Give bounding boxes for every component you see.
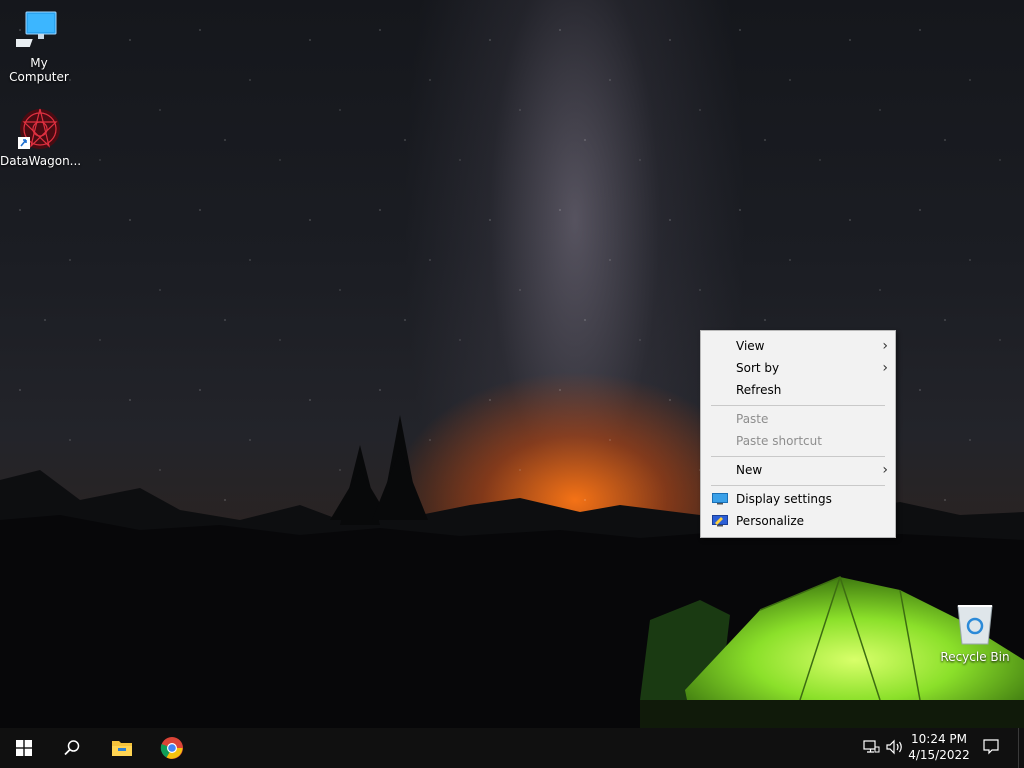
- file-explorer-icon: [112, 741, 132, 756]
- desktop-wallpaper[interactable]: My Computer DataWagon... Recycle Bin Vie…: [0, 0, 1024, 728]
- menu-item-view[interactable]: View ›: [702, 335, 894, 357]
- show-desktop-button[interactable]: [1018, 728, 1024, 768]
- datawagon-icon: [16, 106, 62, 152]
- network-icon: [863, 740, 880, 753]
- menu-item-label: Refresh: [736, 383, 782, 397]
- recycle-bin-icon: [952, 602, 998, 648]
- search-icon: [64, 740, 80, 756]
- file-explorer-button[interactable]: [98, 728, 146, 768]
- desktop-icon-label: DataWagon...: [0, 154, 82, 168]
- desktop-icon-label: Recycle Bin: [940, 650, 1010, 664]
- taskbar: 10:24 PM 4/15/2022: [0, 728, 1024, 768]
- start-icon: [16, 740, 32, 756]
- chrome-icon: [160, 737, 183, 759]
- clock-date: 4/15/2022: [908, 748, 970, 762]
- personalize-icon: [712, 515, 728, 527]
- menu-item-label: Sort by: [736, 361, 780, 375]
- menu-item-paste-shortcut[interactable]: Paste shortcut: [702, 430, 894, 452]
- menu-item-sort-by[interactable]: Sort by ›: [702, 357, 894, 379]
- chrome-button[interactable]: [148, 728, 196, 768]
- volume-icon: [886, 739, 902, 755]
- menu-item-new[interactable]: New ›: [702, 459, 894, 481]
- action-center-button[interactable]: [982, 738, 1000, 759]
- computer-icon: [7, 8, 62, 54]
- menu-separator: [711, 485, 885, 486]
- clock-time: 10:24 PM: [911, 732, 967, 746]
- search-button[interactable]: [48, 728, 96, 768]
- monitor-icon: [712, 493, 728, 505]
- desktop-icon-datawagon[interactable]: DataWagon...: [0, 106, 82, 168]
- menu-separator: [711, 405, 885, 406]
- menu-item-label: Display settings: [736, 492, 832, 506]
- menu-item-personalize[interactable]: Personalize: [702, 510, 894, 532]
- menu-item-label: View: [736, 339, 765, 353]
- menu-item-label: New: [736, 463, 763, 477]
- notification-icon: [983, 739, 999, 755]
- network-status[interactable]: [862, 738, 880, 759]
- menu-item-display-settings[interactable]: Display settings: [702, 488, 894, 510]
- desktop-icon-label: My Computer: [9, 56, 69, 84]
- desktop-context-menu: View › Sort by › Refresh Paste Paste sho…: [700, 330, 896, 538]
- menu-item-label: Paste: [736, 412, 769, 426]
- start-button[interactable]: [0, 728, 48, 768]
- chevron-right-icon: ›: [882, 360, 888, 376]
- menu-item-label: Personalize: [736, 514, 805, 528]
- volume-control[interactable]: [885, 738, 905, 759]
- taskbar-clock[interactable]: 10:24 PM 4/15/2022: [906, 731, 972, 763]
- chevron-right-icon: ›: [882, 462, 888, 478]
- menu-item-label: Paste shortcut: [736, 434, 822, 448]
- chevron-right-icon: ›: [882, 338, 888, 354]
- menu-item-paste[interactable]: Paste: [702, 408, 894, 430]
- desktop-icon-recycle-bin[interactable]: Recycle Bin: [936, 602, 1014, 664]
- desktop-icon-my-computer[interactable]: My Computer: [0, 8, 78, 84]
- menu-item-refresh[interactable]: Refresh: [702, 379, 894, 401]
- menu-separator: [711, 456, 885, 457]
